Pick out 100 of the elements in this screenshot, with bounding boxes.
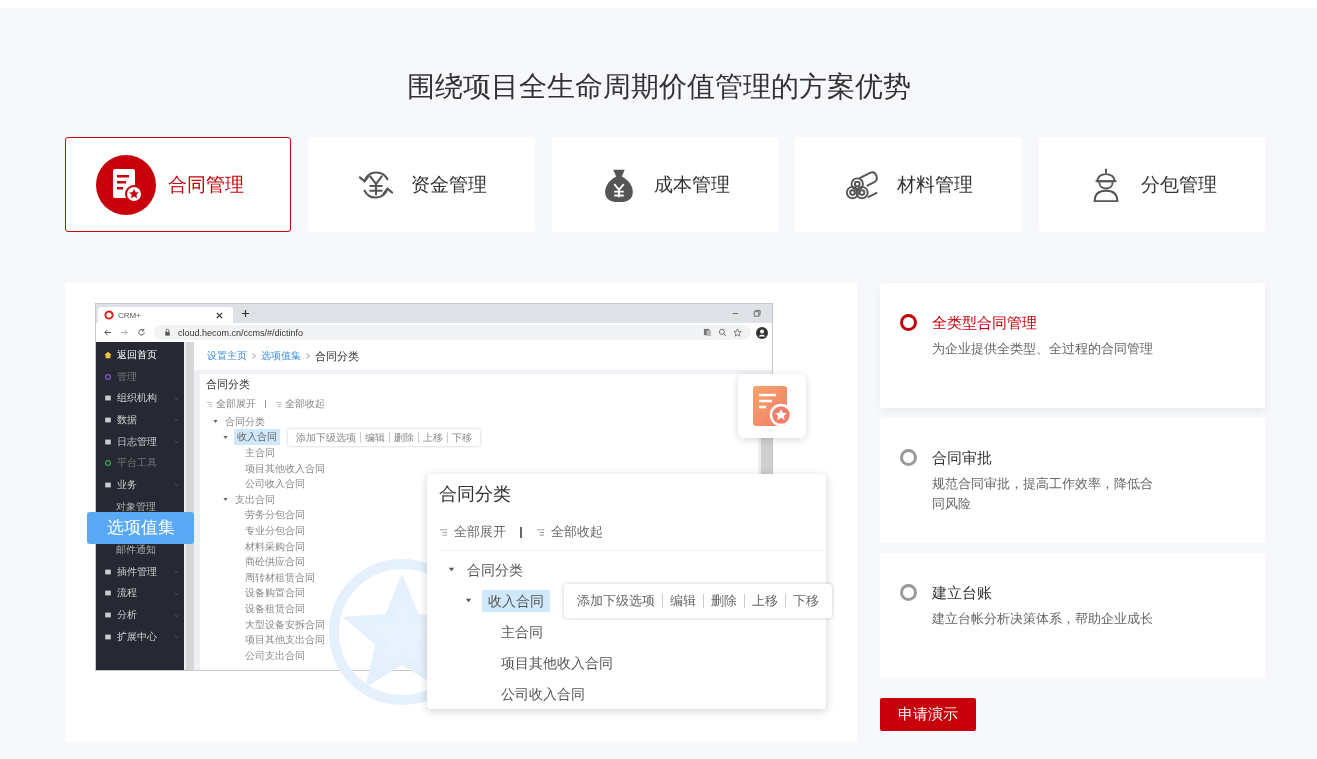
- sidebar-item[interactable]: 返回首页: [117, 347, 157, 362]
- tree-node[interactable]: 材料采购合同: [244, 539, 306, 554]
- action-link[interactable]: 编辑: [662, 593, 703, 608]
- card-title: 合同分类: [439, 483, 512, 506]
- tree-node[interactable]: 项目其他收入合同: [244, 461, 326, 476]
- lock-icon: [163, 328, 172, 337]
- tree-node[interactable]: 合同分类: [224, 414, 266, 429]
- feature-card[interactable]: 建立台账 建立台帐分析决策体系，帮助企业成长: [880, 553, 1265, 678]
- feature-description: 建立台帐分析决策体系，帮助企业成长: [932, 610, 1153, 628]
- browser-tab[interactable]: CRM+: [98, 307, 233, 323]
- star-icon[interactable]: [733, 328, 742, 337]
- feature-description: 为企业提供全类型、全过程的合同管理: [932, 340, 1153, 358]
- tree-node[interactable]: 收入合同: [482, 589, 550, 612]
- tree-node[interactable]: 公司收入合同: [244, 477, 306, 492]
- sidebar-item[interactable]: 邮件通知: [116, 543, 156, 558]
- tree-node[interactable]: 公司支出合同: [244, 648, 306, 663]
- zoom-icon[interactable]: [718, 328, 727, 337]
- tree-node[interactable]: 收入合同: [234, 429, 280, 446]
- feature-title: 合同审批: [932, 448, 993, 468]
- category-tab[interactable]: 材料管理: [795, 137, 1022, 232]
- list-icon: [275, 400, 282, 408]
- feature-title: 建立台账: [932, 583, 993, 603]
- plus-icon[interactable]: [241, 309, 250, 318]
- home-icon: [104, 350, 112, 359]
- account-icon[interactable]: [756, 326, 768, 339]
- radio-button[interactable]: [900, 449, 917, 466]
- list-icon: [439, 527, 448, 537]
- ring-logo-icon: [104, 310, 114, 320]
- tree-node[interactable]: 主合同: [244, 446, 276, 460]
- list-icon: [206, 400, 213, 408]
- radio-button[interactable]: [900, 314, 917, 331]
- tree-node[interactable]: 项目其他支出合同: [244, 633, 326, 648]
- category-tab[interactable]: 成本管理: [551, 137, 779, 232]
- toolbar-link[interactable]: 全部展开: [454, 523, 506, 541]
- tree-node[interactable]: 周转材租赁合同: [244, 570, 316, 585]
- toolbar-link[interactable]: 全部展开: [216, 397, 256, 411]
- category-tab[interactable]: 资金管理: [308, 137, 535, 232]
- breadcrumb-current: 合同分类: [315, 348, 359, 364]
- card-title: 合同分类: [206, 377, 251, 392]
- radio-button[interactable]: [900, 584, 917, 601]
- action-link[interactable]: 删除: [703, 593, 744, 608]
- feature-card[interactable]: 合同审批 规范合同审批，提高工作效率，降低合同风险: [880, 418, 1265, 543]
- action-link[interactable]: 添加下级选项: [292, 431, 360, 443]
- chevron-icon: [173, 438, 180, 446]
- action-link[interactable]: 上移: [418, 431, 447, 443]
- sidebar-item[interactable]: 对象管理: [116, 499, 156, 514]
- tree-node[interactable]: 公司收入合同: [499, 682, 587, 705]
- tree-node[interactable]: 设备购置合同: [244, 586, 306, 601]
- category-tab[interactable]: 分包管理: [1038, 137, 1265, 232]
- category-tab[interactable]: 合同管理: [65, 137, 292, 232]
- breadcrumb-link[interactable]: 选项值集: [261, 349, 301, 363]
- caret-icon[interactable]: [464, 596, 473, 605]
- sidebar-item[interactable]: 数据: [117, 412, 137, 427]
- chevron-icon: [173, 568, 180, 576]
- tree-node[interactable]: 合同分类: [465, 558, 525, 581]
- sidebar-item[interactable]: 插件管理: [117, 564, 157, 579]
- tree-node[interactable]: 商砼供应合同: [244, 555, 306, 570]
- section-title: 围绕项目全生命周期价值管理的方案优势: [405, 70, 912, 104]
- action-link[interactable]: 下移: [447, 431, 476, 443]
- tree-node[interactable]: 设备租赁合同: [244, 601, 306, 616]
- scrollbar[interactable]: [184, 342, 194, 670]
- sidebar-item[interactable]: 分析: [117, 608, 137, 623]
- tree-node[interactable]: 劳务分包合同: [244, 508, 306, 523]
- back-icon[interactable]: [103, 328, 112, 337]
- chevron-icon: [304, 352, 312, 360]
- caret-icon[interactable]: [212, 418, 219, 426]
- sidebar-section: 管理: [117, 369, 137, 384]
- action-link[interactable]: 上移: [744, 593, 785, 608]
- restore-icon[interactable]: [752, 309, 761, 318]
- feature-description: 规范合同审批，提高工作效率，降低合同风险: [932, 475, 1154, 513]
- chevron-icon: [250, 352, 258, 360]
- reload-icon[interactable]: [137, 328, 146, 337]
- action-link[interactable]: 下移: [785, 593, 826, 608]
- tree-node[interactable]: 项目其他收入合同: [499, 651, 615, 674]
- sidebar-item[interactable]: 组织机构: [117, 391, 157, 406]
- feature-title: 全类型合同管理: [932, 313, 1038, 333]
- translate-icon[interactable]: [703, 328, 712, 337]
- toolbar-link[interactable]: 全部收起: [285, 397, 325, 411]
- tree-node[interactable]: 专业分包合同: [244, 523, 306, 538]
- sidebar-item[interactable]: 扩展中心: [117, 629, 157, 644]
- caret-icon[interactable]: [222, 496, 229, 504]
- feature-card[interactable]: 全类型合同管理 为企业提供全类型、全过程的合同管理: [880, 283, 1265, 408]
- demo-button[interactable]: 申请演示: [880, 698, 976, 731]
- address-bar[interactable]: cloud.hecom.cn/ccms/#/dictinfo: [154, 325, 751, 340]
- tree-node[interactable]: 大型设备安拆合同: [244, 617, 326, 632]
- toolbar-link[interactable]: 全部收起: [551, 523, 603, 541]
- close-icon[interactable]: [215, 310, 224, 320]
- sidebar-item[interactable]: 业务: [117, 477, 137, 492]
- action-link[interactable]: 添加下级选项: [570, 593, 662, 608]
- sidebar-item[interactable]: 流程: [117, 586, 137, 601]
- highlight-label: 选项值集: [87, 512, 194, 545]
- sidebar-item[interactable]: 日志管理: [117, 434, 157, 449]
- chevron-icon: [173, 481, 180, 489]
- breadcrumb-link[interactable]: 设置主页: [207, 349, 247, 363]
- caret-icon[interactable]: [222, 433, 229, 441]
- action-link[interactable]: 删除: [389, 431, 418, 443]
- tree-node[interactable]: 支出合同: [234, 492, 276, 507]
- action-link[interactable]: 编辑: [360, 431, 389, 443]
- tree-node[interactable]: 主合同: [499, 620, 545, 643]
- list-icon: [536, 527, 545, 537]
